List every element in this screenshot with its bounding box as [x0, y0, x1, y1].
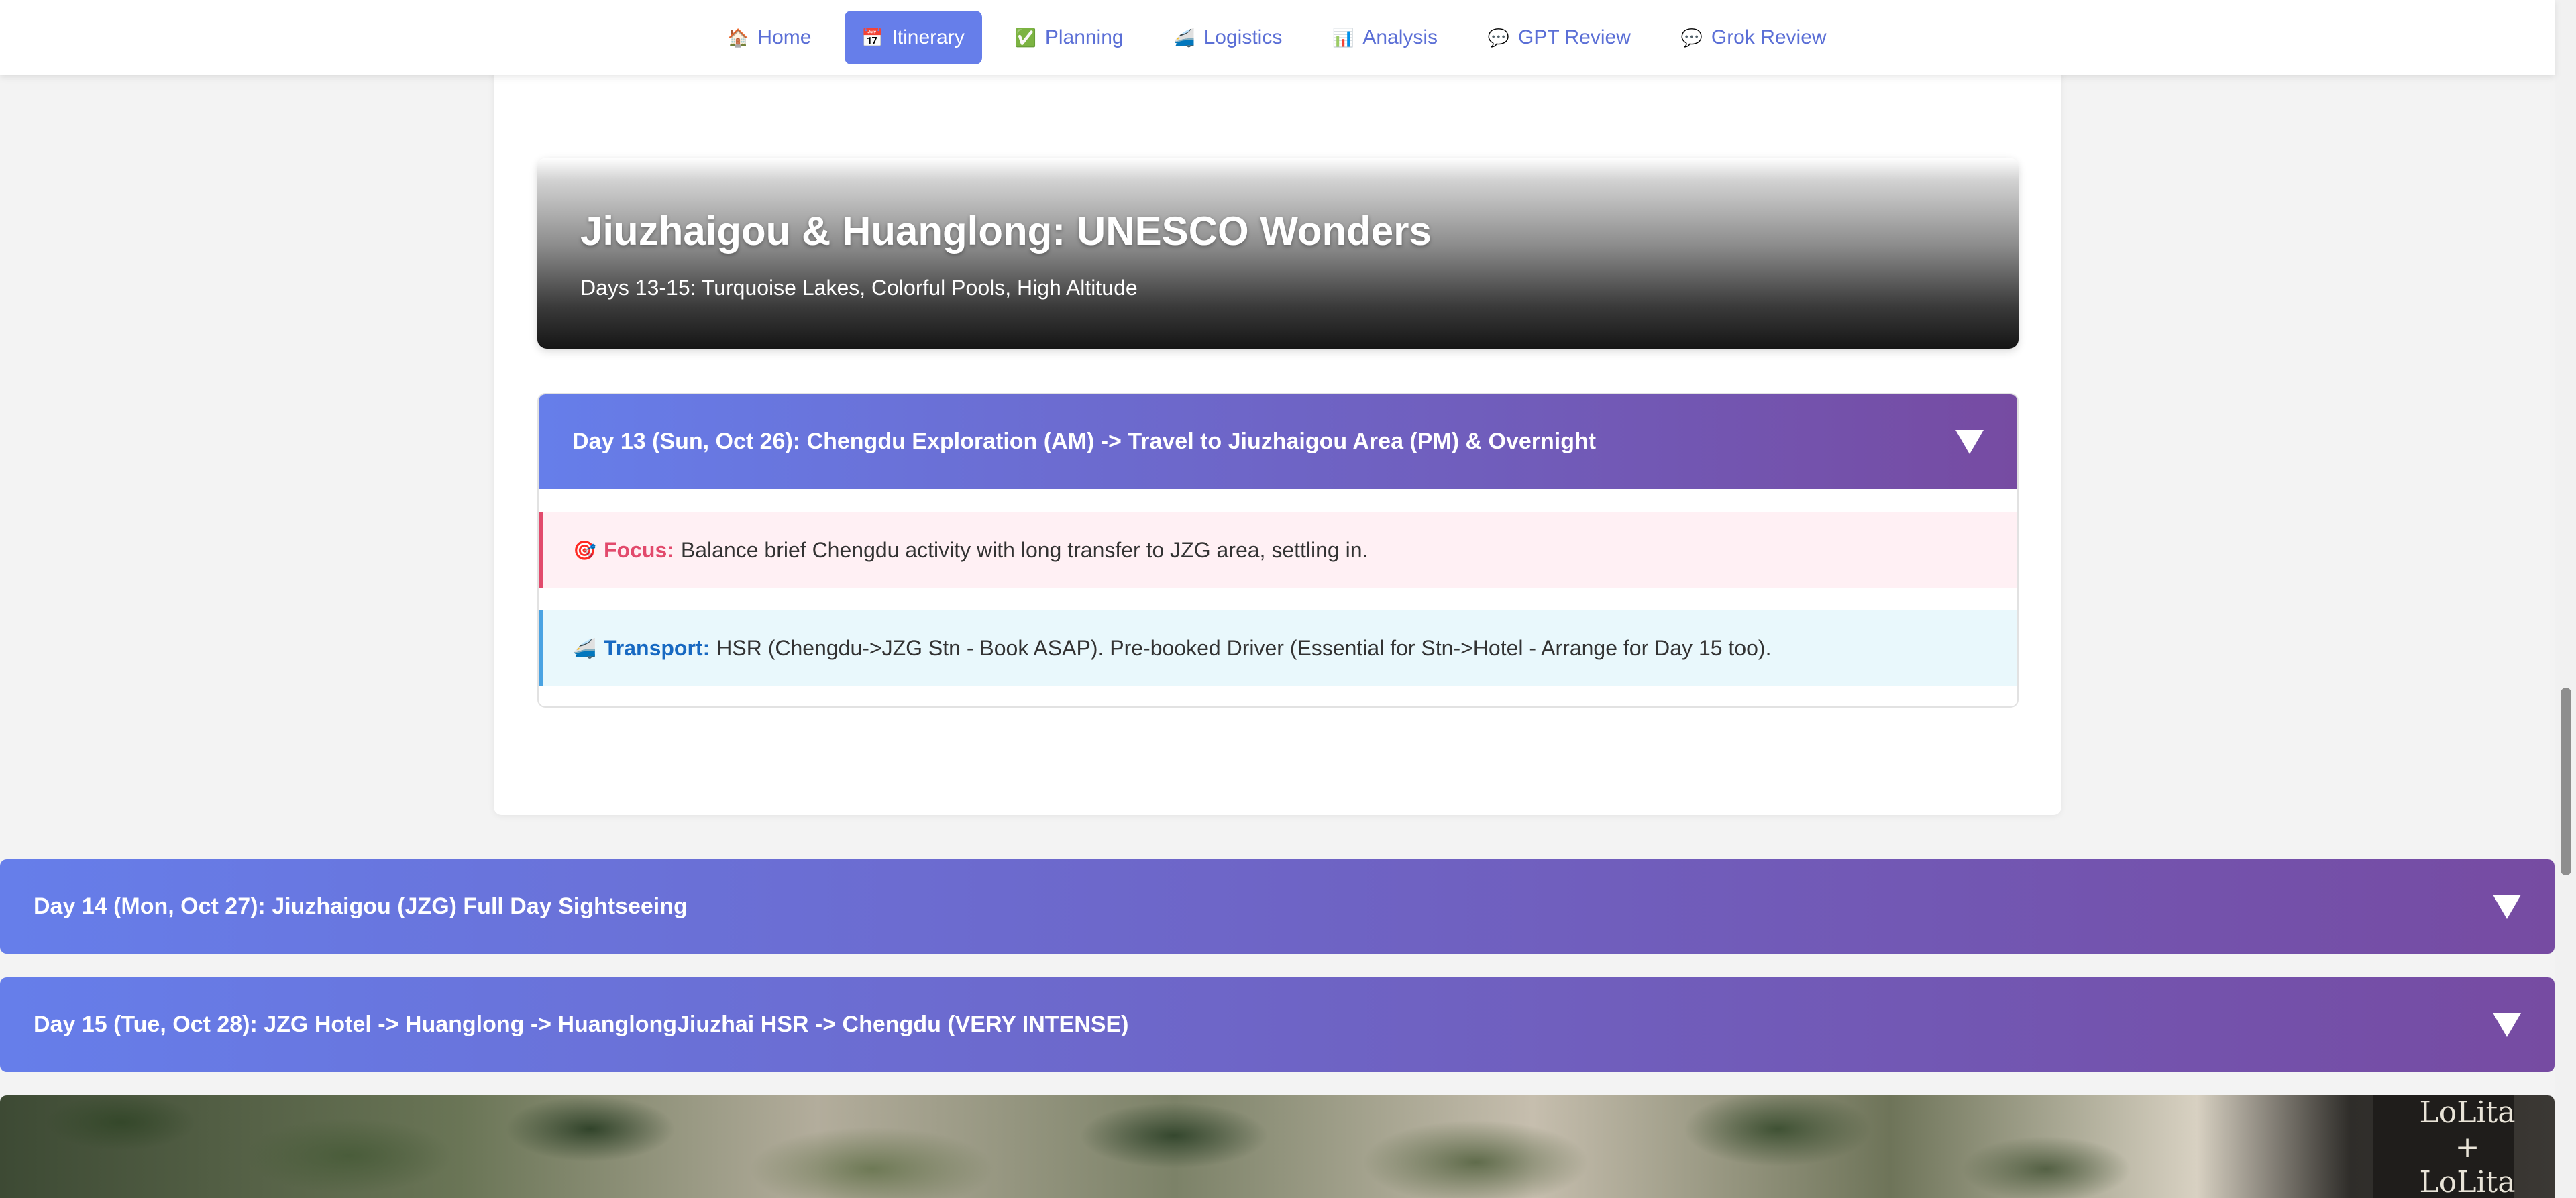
nav-itinerary[interactable]: 📅 Itinerary	[845, 11, 982, 64]
home-icon: 🏠	[727, 27, 749, 48]
section-background-photo: LoLita + LoLita	[0, 1095, 2555, 1198]
nav-gpt-review-label: GPT Review	[1518, 26, 1631, 48]
nav-gpt-review[interactable]: 💬 GPT Review	[1471, 11, 1648, 64]
nav-grok-review[interactable]: 💬 Grok Review	[1664, 11, 1844, 64]
focus-callout: 🎯 Focus: Balance brief Chengdu activity …	[539, 512, 2017, 588]
nav-logistics-label: Logistics	[1203, 26, 1283, 48]
hero-title: Jiuzhaigou & Huanglong: UNESCO Wonders	[580, 209, 1432, 254]
nav-analysis-label: Analysis	[1362, 26, 1438, 48]
day-13-header[interactable]: Day 13 (Sun, Oct 26): Chengdu Exploratio…	[539, 394, 2017, 489]
day-13-panel: Day 13 (Sun, Oct 26): Chengdu Exploratio…	[537, 393, 2019, 708]
focus-label: Focus:	[604, 537, 674, 562]
calendar-icon: 📅	[861, 27, 883, 48]
day-14-title: Day 14 (Mon, Oct 27): Jiuzhaigou (JZG) F…	[34, 893, 688, 919]
day-15-title: Day 15 (Tue, Oct 28): JZG Hotel -> Huang…	[34, 1012, 1129, 1037]
transport-label: Transport:	[604, 635, 710, 660]
transport-callout: 🚄 Transport: HSR (Chengdu->JZG Stn - Boo…	[539, 610, 2017, 686]
chevron-down-icon[interactable]	[2493, 894, 2521, 919]
scrollbar[interactable]	[2555, 0, 2576, 1198]
train-icon: 🚄	[573, 637, 596, 659]
day-14-header[interactable]: Day 14 (Mon, Oct 27): Jiuzhaigou (JZG) F…	[0, 859, 2555, 954]
nav-grok-review-label: Grok Review	[1711, 26, 1827, 48]
nav-home-label: Home	[757, 26, 812, 48]
speech-bubble-icon: 💬	[1680, 27, 1703, 48]
transport-text: HSR (Chengdu->JZG Stn - Book ASAP). Pre-…	[716, 635, 1772, 660]
chevron-down-icon[interactable]	[1955, 429, 1984, 454]
day-13-title: Day 13 (Sun, Oct 26): Chengdu Exploratio…	[572, 429, 1597, 454]
nav-home[interactable]: 🏠 Home	[710, 11, 828, 64]
target-icon: 🎯	[573, 539, 596, 561]
chevron-down-icon[interactable]	[2493, 1012, 2521, 1037]
scrollbar-thumb[interactable]	[2561, 688, 2571, 875]
day-15-header[interactable]: Day 15 (Tue, Oct 28): JZG Hotel -> Huang…	[0, 977, 2555, 1072]
checkmark-icon: ✅	[1014, 27, 1037, 48]
top-navigation: 🏠 Home 📅 Itinerary ✅ Planning 🚄 Logistic…	[0, 0, 2555, 75]
train-icon: 🚄	[1173, 27, 1195, 48]
focus-text: Balance brief Chengdu activity with long…	[680, 537, 1368, 562]
nav-planning-label: Planning	[1044, 26, 1124, 48]
section-hero-banner: Jiuzhaigou & Huanglong: UNESCO Wonders D…	[537, 158, 2019, 349]
sign-text: LoLita + LoLita	[2419, 1095, 2516, 1198]
speech-bubble-icon: 💬	[1487, 27, 1510, 48]
nav-itinerary-label: Itinerary	[892, 26, 965, 48]
bar-chart-icon: 📊	[1332, 27, 1354, 48]
hero-subtitle: Days 13-15: Turquoise Lakes, Colorful Po…	[580, 276, 1138, 300]
nav-analysis[interactable]: 📊 Analysis	[1316, 11, 1455, 64]
nav-logistics[interactable]: 🚄 Logistics	[1157, 11, 1300, 64]
nav-planning[interactable]: ✅ Planning	[998, 11, 1141, 64]
